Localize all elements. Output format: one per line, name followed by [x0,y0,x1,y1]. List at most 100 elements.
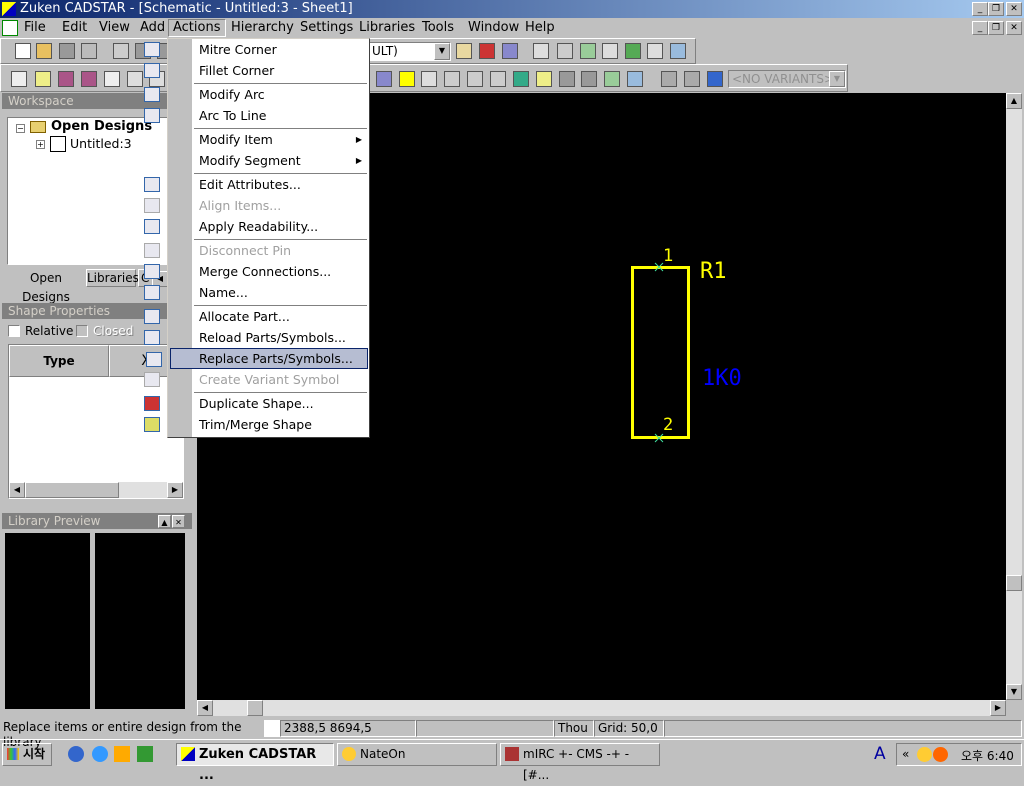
menu-item-duplicate-shape[interactable]: Duplicate Shape... [144,393,368,414]
menu-item-name[interactable]: Name... [144,282,368,303]
menu-item-mitre-corner[interactable]: Mitre Corner [144,39,368,60]
print-icon[interactable] [81,43,97,59]
relative-checkbox[interactable] [8,325,20,337]
closed-checkbox[interactable] [76,325,88,337]
export-icon[interactable] [604,71,620,87]
group-icon[interactable] [127,71,143,87]
menu-view[interactable]: View [95,19,134,37]
horizontal-scrollbar[interactable]: ◀ ▶ [197,700,1006,716]
menu-item-modify-segment[interactable]: Modify Segment ▶ [170,150,368,171]
zoom-window-icon[interactable] [602,43,618,59]
menu-libraries[interactable]: Libraries [355,19,419,37]
menu-add[interactable]: Add [136,19,169,37]
scroll-down-icon[interactable]: ▼ [1006,684,1022,700]
zoom-previous-icon[interactable] [670,43,686,59]
tray-app-icon[interactable] [933,747,948,762]
variant-2-icon[interactable] [684,71,700,87]
doc-restore-button[interactable]: ❐ [988,21,1004,35]
swap-icon[interactable] [627,71,643,87]
menu-item-apply-readability[interactable]: Apply Readability... [144,216,368,237]
variant-1-icon[interactable] [661,71,677,87]
netlist-icon[interactable] [513,71,529,87]
doc-minimize-button[interactable]: _ [972,21,988,35]
vertical-scrollbar[interactable]: ▲ ▼ [1006,93,1022,700]
junction-icon[interactable] [490,71,506,87]
zoom-out-icon[interactable] [647,43,663,59]
menu-file[interactable]: File [20,19,50,37]
menu-help[interactable]: Help [521,19,559,37]
layers-icon[interactable] [456,43,472,59]
menu-window[interactable]: Window [464,19,523,37]
tree-root[interactable]: Open Designs [51,119,152,134]
tray-nateon-icon[interactable] [917,747,932,762]
menu-item-replace-parts-symbols[interactable]: Replace Parts/Symbols... [146,348,368,369]
table-hscrollbar[interactable]: ◀ ▶ [9,482,183,498]
up-arrow-icon[interactable] [581,71,597,87]
attributes-icon[interactable] [376,71,392,87]
column-type[interactable]: Type [9,345,109,377]
port-icon[interactable] [467,71,483,87]
open-folder-icon[interactable] [36,43,52,59]
route-icon[interactable] [104,71,120,87]
menu-item-fillet-corner[interactable]: Fillet Corner [144,60,368,81]
variant-3-icon[interactable] [707,71,723,87]
ground-icon[interactable] [444,71,460,87]
scroll-up-icon[interactable]: ▲ [1006,93,1022,109]
menu-item-merge-connections[interactable]: Merge Connections... [144,261,368,282]
doc-close-button[interactable]: ✕ [1006,21,1022,35]
tab-open-designs[interactable]: Open Designs [6,269,86,304]
vscroll-thumb[interactable] [1006,575,1022,591]
task-mirc[interactable]: mIRC +- CMS -+ - [#... [500,743,660,782]
close-button[interactable]: ✕ [1006,2,1022,16]
save-icon[interactable] [59,43,75,59]
quicklaunch-icon[interactable] [68,746,84,762]
scroll-left-icon[interactable]: ◀ [197,700,213,716]
zoom-in-icon[interactable] [625,43,641,59]
panel-float-icon[interactable]: ▲ [158,515,171,528]
panel-close-icon[interactable]: ✕ [172,515,185,528]
menu-item-modify-item[interactable]: Modify Item ▶ [170,129,368,150]
language-indicator[interactable]: A [874,744,886,764]
scroll-right-icon[interactable]: ▶ [167,482,183,498]
combo-arrow-icon[interactable]: ▼ [434,43,450,60]
symbol-icon[interactable] [421,71,437,87]
menu-item-reload-parts-symbols[interactable]: Reload Parts/Symbols... [144,327,368,348]
redraw-icon[interactable] [580,43,596,59]
menu-item-arc-to-line[interactable]: Arc To Line [144,105,368,126]
fill-icon[interactable] [399,71,415,87]
expand-icon[interactable]: + [36,140,45,149]
scroll-left-icon[interactable]: ◀ [9,482,25,498]
app-icon[interactable] [137,746,153,762]
fit-view-icon[interactable] [533,43,549,59]
menu-edit[interactable]: Edit [58,19,91,37]
menu-item-edit-attributes[interactable]: Edit Attributes... [144,174,368,195]
menu-settings[interactable]: Settings [296,19,357,37]
minimize-button[interactable]: _ [972,2,988,16]
cut-icon[interactable] [113,43,129,59]
zoom-area-icon[interactable] [557,43,573,59]
menu-item-allocate-part[interactable]: Allocate Part... [144,306,368,327]
outlook-icon[interactable] [114,746,130,762]
internet-explorer-icon[interactable] [92,746,108,762]
sheet-icon[interactable] [479,43,495,59]
scroll-thumb[interactable] [25,482,119,498]
edit-icon[interactable] [536,71,552,87]
down-arrow-icon[interactable] [559,71,575,87]
menu-item-trim-merge-shape[interactable]: Trim/Merge Shape [144,414,368,435]
move-icon[interactable] [35,71,51,87]
tray-expand-icon[interactable]: « [902,747,909,761]
menu-hierarchy[interactable]: Hierarchy [227,19,298,37]
variant-combo[interactable]: ULT) ▼ [369,42,451,61]
select-icon[interactable] [11,71,27,87]
new-file-icon[interactable] [15,43,31,59]
mirror-icon[interactable] [58,71,74,87]
variants-combo[interactable]: <NO VARIANTS> ▼ [728,70,846,88]
task-nateon[interactable]: NateOn [337,743,497,766]
collapse-icon[interactable]: − [16,124,25,133]
start-button[interactable]: 시작 [2,743,52,766]
menu-tools[interactable]: Tools [418,19,458,37]
task-cadstar[interactable]: Zuken CADSTAR ... [176,743,334,783]
restore-button[interactable]: ❐ [988,2,1004,16]
flip-icon[interactable] [81,71,97,87]
tab-libraries[interactable]: Libraries [86,269,139,287]
